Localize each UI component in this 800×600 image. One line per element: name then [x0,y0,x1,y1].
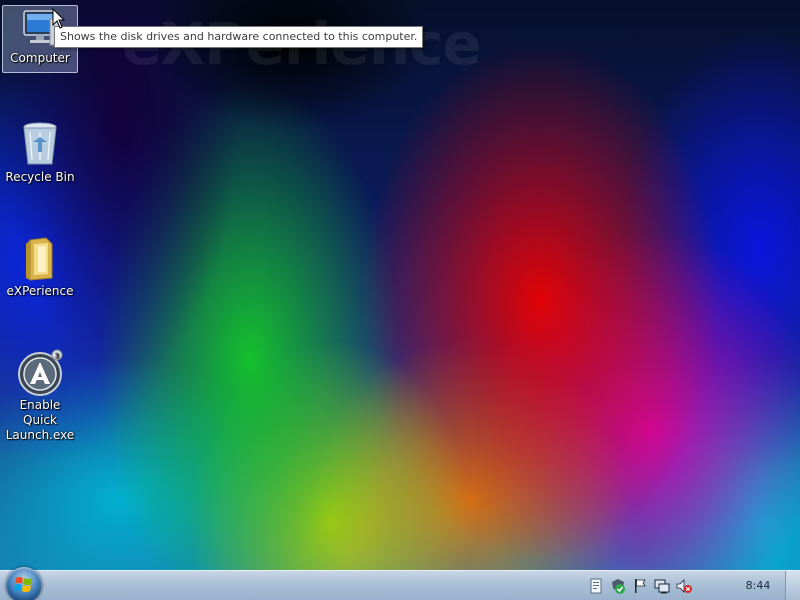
mouse-cursor-icon [52,8,66,29]
desktop-icon-experience-folder[interactable]: eXPerience [2,234,78,299]
network-icon[interactable] [654,578,670,594]
action-center-flag-icon[interactable] [632,578,648,594]
recycle-bin-icon [16,120,64,168]
desktop-wallpaper[interactable]: eXPerience [0,0,800,570]
notes-icon[interactable] [588,578,604,594]
folder-icon [16,234,64,282]
start-button[interactable] [6,567,42,600]
security-check-icon[interactable] [610,578,626,594]
desktop-icon-enable-quick-launch[interactable]: 3 Enable Quick Launch.exe [2,348,78,443]
tooltip: Shows the disk drives and hardware conne… [54,26,424,48]
start-orb-icon [14,577,32,592]
desktop-icon-recycle-bin[interactable]: Recycle Bin [2,120,78,185]
volume-muted-icon[interactable] [676,578,692,594]
system-tray: 8:44 [588,571,800,600]
desktop-icon-label: Computer [10,51,70,65]
aimp-app-icon: 3 [16,348,64,396]
desktop-icon-label: Recycle Bin [5,170,75,184]
svg-text:3: 3 [55,352,59,360]
show-desktop-button[interactable] [785,571,800,600]
taskbar: 8:44 [0,567,800,600]
taskbar-clock[interactable]: 8:44 [738,571,778,600]
desktop-icon-label: eXPerience [6,284,74,298]
desktop-icon-label: Enable Quick Launch.exe [5,398,75,442]
